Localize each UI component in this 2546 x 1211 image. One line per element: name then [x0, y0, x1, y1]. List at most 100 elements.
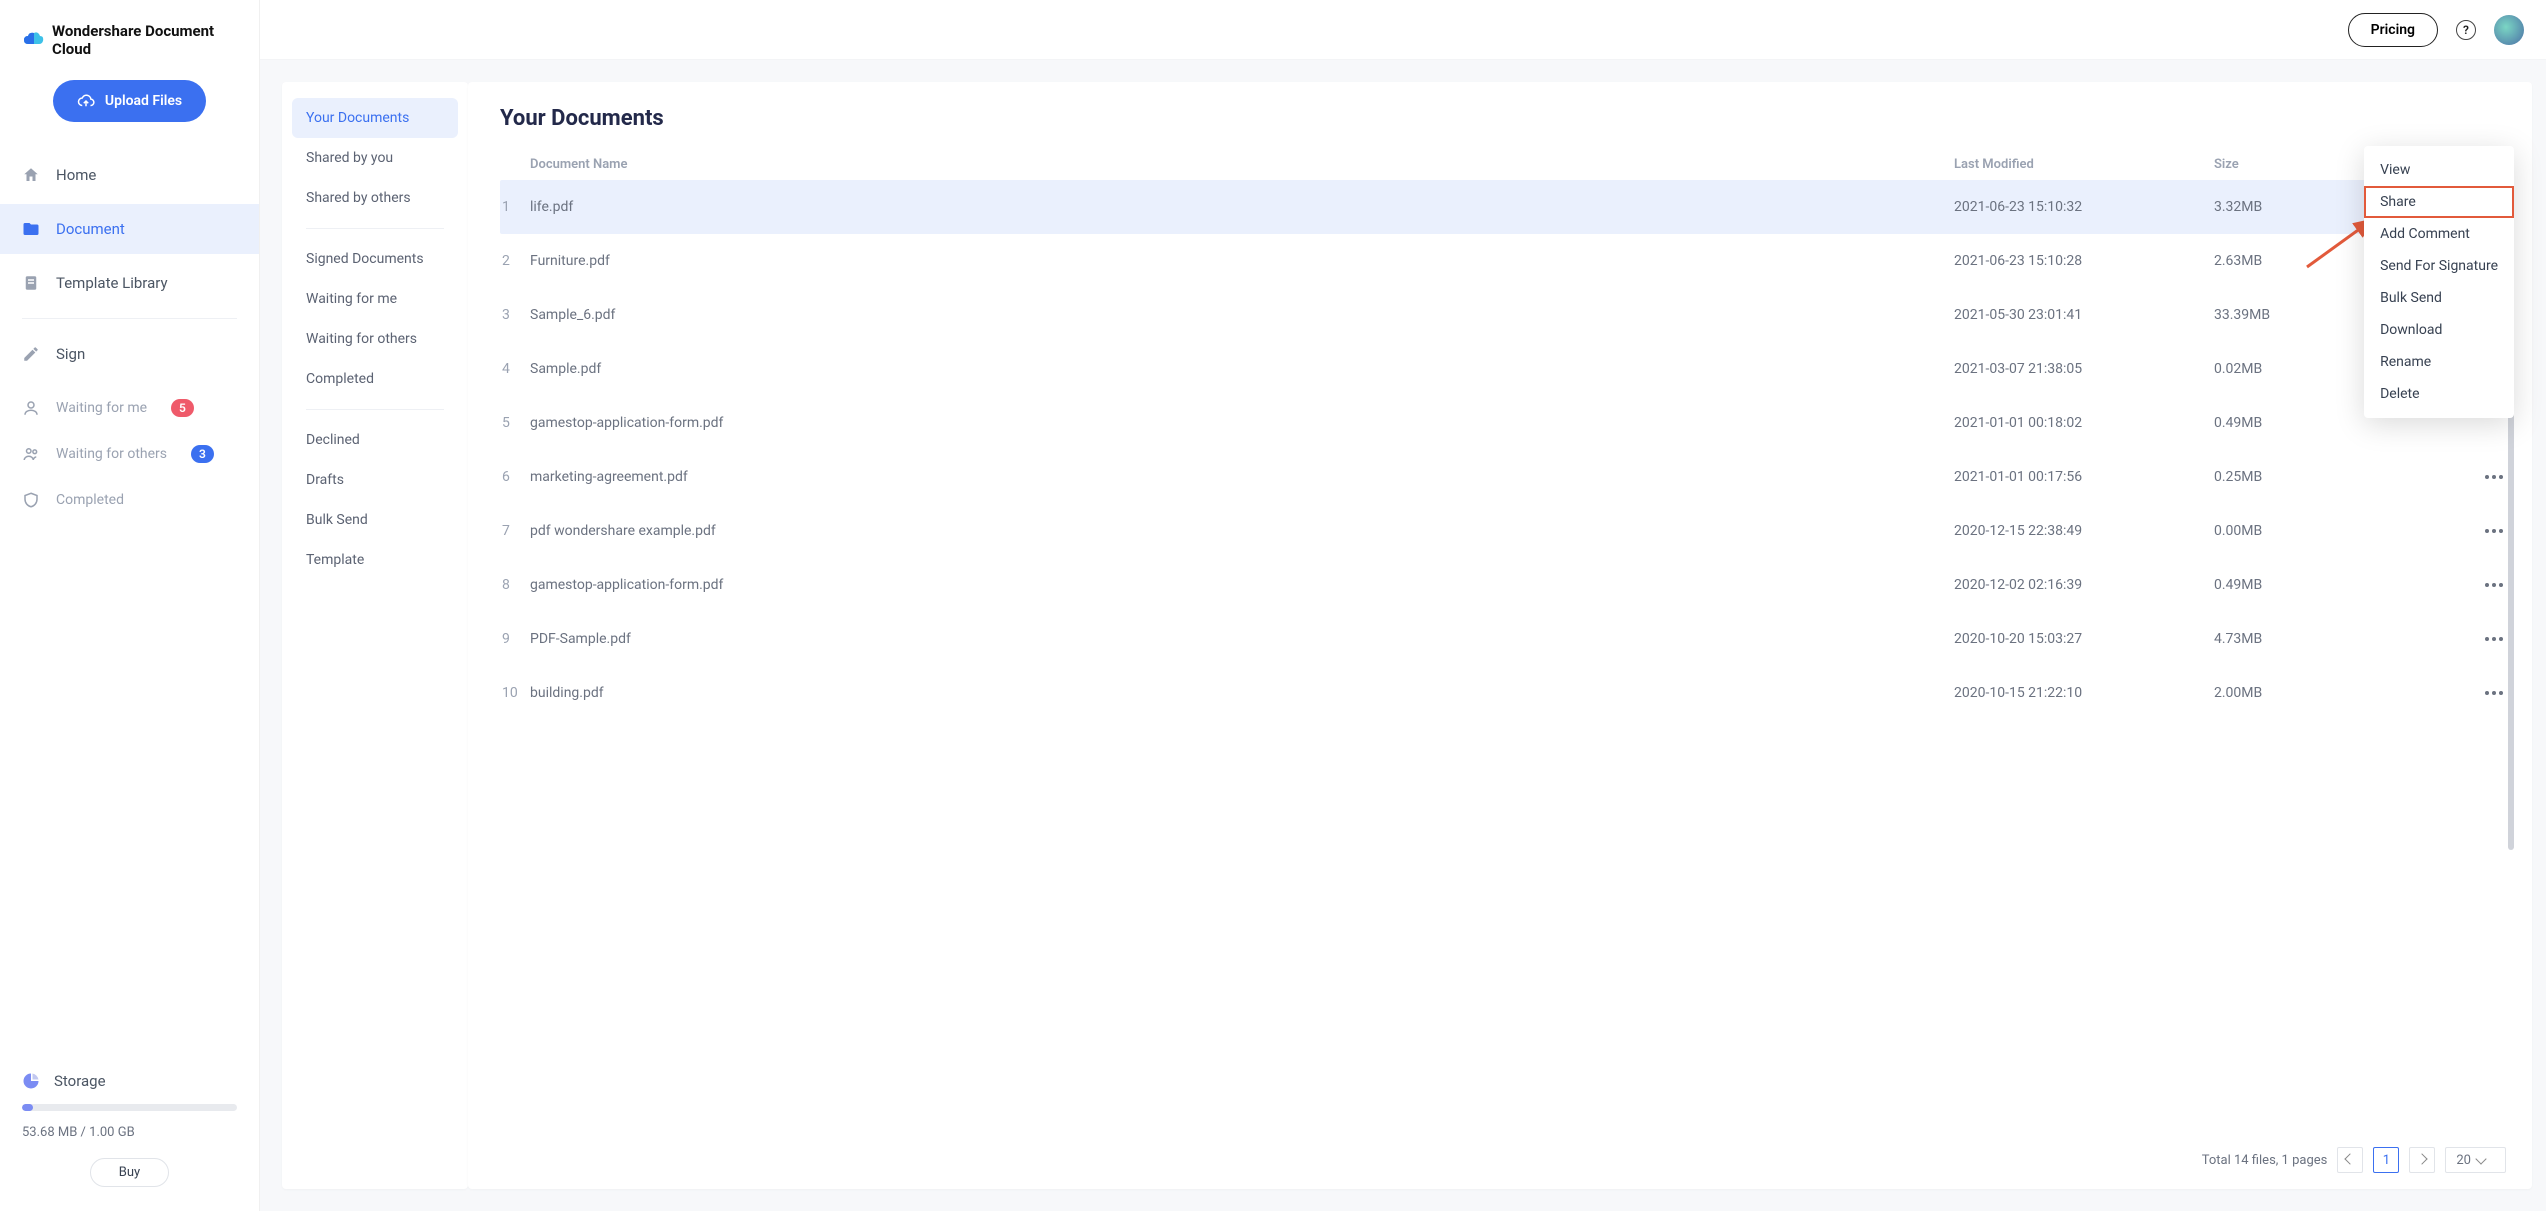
table-row[interactable]: 1life.pdf2021-06-23 15:10:323.32MB [500, 180, 2514, 234]
row-name: Sample.pdf [530, 361, 1954, 377]
row-name: gamestop-application-form.pdf [530, 415, 1954, 431]
folder-icon [22, 220, 40, 238]
nav-item-waiting-for-me[interactable]: Waiting for me5 [0, 387, 259, 429]
pagination: Total 14 files, 1 pages 1 20 [500, 1137, 2514, 1173]
th-modified[interactable]: Last Modified [1954, 149, 2214, 180]
divider [306, 228, 444, 229]
table-row[interactable]: 2Furniture.pdf2021-06-23 15:10:282.63MB [500, 234, 2514, 288]
row-modified: 2020-10-15 21:22:10 [1954, 685, 2214, 701]
table-row[interactable]: 6marketing-agreement.pdf2021-01-01 00:17… [500, 450, 2514, 504]
storage-head: Storage [22, 1072, 237, 1090]
chevron-down-icon [2475, 1153, 2486, 1164]
row-name: gamestop-application-form.pdf [530, 577, 1954, 593]
menu-item-download[interactable]: Download [2364, 314, 2514, 346]
avatar[interactable] [2494, 15, 2524, 45]
row-name: life.pdf [530, 199, 1954, 215]
menu-item-add-comment[interactable]: Add Comment [2364, 218, 2514, 250]
sub-item-drafts[interactable]: Drafts [292, 460, 458, 500]
table-row[interactable]: 10building.pdf2020-10-15 21:22:102.00MB [500, 666, 2514, 720]
table-body: 1life.pdf2021-06-23 15:10:323.32MB 2Furni… [500, 180, 2514, 1137]
row-name: Furniture.pdf [530, 253, 1954, 269]
cloud-upload-icon [77, 92, 95, 110]
row-name: pdf wondershare example.pdf [530, 523, 1954, 539]
sub-item-declined[interactable]: Declined [292, 420, 458, 460]
help-icon[interactable]: ? [2456, 20, 2476, 40]
sub-item-shared-by-you[interactable]: Shared by you [292, 138, 458, 178]
menu-item-send-for-signature[interactable]: Send For Signature [2364, 250, 2514, 282]
nav-item-document[interactable]: Document [0, 204, 259, 254]
divider [306, 409, 444, 410]
row-index: 2 [500, 253, 530, 269]
row-modified: 2020-12-15 22:38:49 [1954, 523, 2214, 539]
table-row[interactable]: 4Sample.pdf2021-03-07 21:38:050.02MB [500, 342, 2514, 396]
shield-icon [22, 491, 40, 509]
table-row[interactable]: 7pdf wondershare example.pdf2020-12-15 2… [500, 504, 2514, 558]
row-index: 9 [500, 631, 530, 647]
chevron-left-icon [2345, 1153, 2356, 1164]
upload-button[interactable]: Upload Files [53, 80, 206, 122]
storage-bar [22, 1104, 237, 1111]
table-row[interactable]: 5gamestop-application-form.pdf2021-01-01… [500, 396, 2514, 450]
topbar: Pricing ? [260, 0, 2546, 60]
page-title: Your Documents [500, 106, 2514, 131]
menu-item-view[interactable]: View [2364, 154, 2514, 186]
sub-item-completed[interactable]: Completed [292, 359, 458, 399]
page-number-button[interactable]: 1 [2373, 1147, 2399, 1173]
nav-item-waiting-for-others[interactable]: Waiting for others3 [0, 433, 259, 475]
more-icon[interactable] [2479, 523, 2509, 539]
menu-item-bulk-send[interactable]: Bulk Send [2364, 282, 2514, 314]
row-modified: 2021-06-23 15:10:32 [1954, 199, 2214, 215]
menu-item-delete[interactable]: Delete [2364, 378, 2514, 410]
sub-sidebar: Your DocumentsShared by youShared by oth… [282, 82, 468, 1189]
th-idx [500, 149, 530, 180]
nav-item-template-library[interactable]: Template Library [0, 258, 259, 308]
sub-item-bulk-send[interactable]: Bulk Send [292, 500, 458, 540]
sub-item-waiting-for-me[interactable]: Waiting for me [292, 279, 458, 319]
sub-item-template[interactable]: Template [292, 540, 458, 580]
sign-label: Sign [56, 345, 85, 363]
page-next-button[interactable] [2409, 1147, 2435, 1173]
more-icon[interactable] [2479, 631, 2509, 647]
more-icon[interactable] [2479, 577, 2509, 593]
table-row[interactable]: 3Sample_6.pdf2021-05-30 23:01:4133.39MB [500, 288, 2514, 342]
storage-fill [22, 1104, 33, 1111]
row-size: 0.00MB [2214, 523, 2474, 539]
sub-item-waiting-for-others[interactable]: Waiting for others [292, 319, 458, 359]
row-modified: 2021-06-23 15:10:28 [1954, 253, 2214, 269]
storage-block: Storage 53.68 MB / 1.00 GB Buy [0, 1050, 259, 1195]
nav-item-home[interactable]: Home [0, 150, 259, 200]
sub-item-shared-by-others[interactable]: Shared by others [292, 178, 458, 218]
buy-button[interactable]: Buy [90, 1158, 169, 1187]
nav-item-completed[interactable]: Completed [0, 479, 259, 521]
th-name[interactable]: Document Name [530, 149, 1954, 180]
page-prev-button[interactable] [2337, 1147, 2363, 1173]
divider [22, 318, 237, 319]
storage-label: Storage [54, 1072, 106, 1090]
template-icon [22, 274, 40, 292]
chevron-right-icon [2417, 1153, 2428, 1164]
page-size-value: 20 [2456, 1153, 2471, 1168]
menu-item-rename[interactable]: Rename [2364, 346, 2514, 378]
table-row[interactable]: 9PDF-Sample.pdf2020-10-20 15:03:274.73MB [500, 612, 2514, 666]
pricing-button[interactable]: Pricing [2348, 13, 2438, 47]
more-icon[interactable] [2479, 685, 2509, 701]
table-row[interactable]: 8gamestop-application-form.pdf2020-12-02… [500, 558, 2514, 612]
sub-item-your-documents[interactable]: Your Documents [292, 98, 458, 138]
sub-item-signed-documents[interactable]: Signed Documents [292, 239, 458, 279]
home-icon [22, 166, 40, 184]
nav-list: HomeDocumentTemplate Library [0, 150, 259, 308]
page-size-select[interactable]: 20 [2445, 1147, 2506, 1173]
sign-nav[interactable]: Sign [0, 329, 259, 379]
nav-label: Waiting for me [56, 400, 147, 416]
nav-label: Waiting for others [56, 446, 167, 462]
row-index: 8 [500, 577, 530, 593]
row-modified: 2021-05-30 23:01:41 [1954, 307, 2214, 323]
content-row: Your DocumentsShared by youShared by oth… [260, 60, 2546, 1211]
nav-label: Completed [56, 492, 124, 508]
row-modified: 2021-01-01 00:17:56 [1954, 469, 2214, 485]
more-icon[interactable] [2479, 469, 2509, 485]
menu-item-share[interactable]: Share [2364, 186, 2514, 218]
logo-icon [22, 32, 44, 48]
row-size: 0.25MB [2214, 469, 2474, 485]
brand: Wondershare Document Cloud [0, 0, 259, 70]
